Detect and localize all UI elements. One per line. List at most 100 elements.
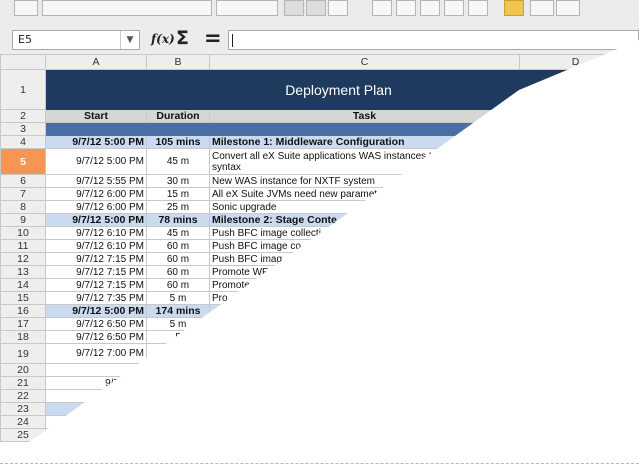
start-cell[interactable]: 9/7/12 5:55 PM bbox=[45, 174, 147, 188]
duration-cell[interactable] bbox=[146, 415, 210, 429]
cell[interactable] bbox=[519, 187, 632, 201]
select-all-corner[interactable] bbox=[0, 54, 46, 70]
task-cell[interactable]: Promote WF bbox=[209, 265, 520, 279]
header-start[interactable]: Start bbox=[45, 109, 147, 123]
cell[interactable] bbox=[519, 343, 632, 364]
duration-cell[interactable] bbox=[146, 389, 210, 403]
duration-cell[interactable]: 105 mins bbox=[146, 135, 210, 149]
cell[interactable] bbox=[519, 174, 632, 188]
task-cell[interactable] bbox=[209, 376, 520, 390]
cell[interactable] bbox=[519, 200, 632, 214]
align-left-button[interactable] bbox=[372, 0, 392, 16]
cell[interactable] bbox=[519, 252, 632, 266]
cell[interactable] bbox=[519, 317, 632, 331]
duration-cell[interactable]: 45 m bbox=[146, 148, 210, 175]
row-header[interactable]: 10 bbox=[0, 226, 46, 240]
task-cell[interactable]: Milestone 2: Stage Conte bbox=[209, 213, 520, 227]
start-cell[interactable]: 9/ bbox=[45, 402, 147, 416]
task-cell[interactable]: Push BFC imag bbox=[209, 252, 520, 266]
duration-cell[interactable]: 60 m bbox=[146, 252, 210, 266]
row-header[interactable]: 23 bbox=[0, 402, 46, 416]
cell[interactable] bbox=[519, 304, 632, 318]
task-cell[interactable]: New WAS instance for NXTF system bbox=[209, 174, 520, 188]
start-cell[interactable]: 9/7/12 6:10 PM bbox=[45, 239, 147, 253]
task-cell[interactable] bbox=[209, 317, 520, 331]
row-header[interactable]: 17 bbox=[0, 317, 46, 331]
row-header[interactable]: 20 bbox=[0, 363, 46, 377]
currency-icon[interactable] bbox=[504, 0, 524, 16]
duration-cell[interactable]: 15 m bbox=[146, 187, 210, 201]
start-cell[interactable]: 9/7/12 6:50 PM bbox=[45, 330, 147, 344]
start-cell[interactable]: 9/7/12 6:00 PM bbox=[45, 200, 147, 214]
duration-cell[interactable]: 30 m bbox=[146, 174, 210, 188]
duration-cell[interactable] bbox=[146, 402, 210, 416]
task-cell[interactable]: Convert all eX Suite applications WAS in… bbox=[209, 148, 520, 175]
toolbar-button[interactable] bbox=[284, 0, 304, 16]
duration-cell[interactable]: 45 m bbox=[146, 226, 210, 240]
cell[interactable] bbox=[519, 402, 632, 416]
start-cell[interactable]: 9/7/12 6:10 PM bbox=[45, 226, 147, 240]
duration-cell[interactable]: 60 m bbox=[146, 239, 210, 253]
duration-cell[interactable]: 5 bbox=[146, 330, 210, 344]
start-cell[interactable]: 9/7/12 5:00 PM bbox=[45, 304, 147, 318]
row-header[interactable]: 18 bbox=[0, 330, 46, 344]
duration-cell[interactable]: 78 mins bbox=[146, 213, 210, 227]
header-task[interactable]: Task bbox=[209, 109, 520, 123]
formula-input[interactable] bbox=[228, 30, 639, 50]
cell[interactable] bbox=[519, 109, 632, 123]
row-header[interactable]: 22 bbox=[0, 389, 46, 403]
task-cell[interactable] bbox=[209, 363, 520, 377]
start-cell[interactable]: 9/7/12 6:00 PM bbox=[45, 187, 147, 201]
row-header[interactable]: 16 bbox=[0, 304, 46, 318]
formula-icon[interactable]: = bbox=[204, 26, 222, 50]
start-cell[interactable]: 9/7/12 7: bbox=[45, 376, 147, 390]
cell[interactable] bbox=[519, 278, 632, 292]
start-cell[interactable] bbox=[45, 428, 147, 442]
font-size-select[interactable] bbox=[216, 0, 278, 16]
task-cell[interactable] bbox=[209, 428, 520, 442]
cell[interactable] bbox=[519, 265, 632, 279]
task-cell[interactable] bbox=[209, 330, 520, 344]
task-cell[interactable]: Push BFC image co bbox=[209, 239, 520, 253]
align-right-button[interactable] bbox=[420, 0, 440, 16]
cell[interactable] bbox=[519, 122, 632, 136]
start-cell[interactable]: 9/7/12 5:00 PM bbox=[45, 135, 147, 149]
cell[interactable] bbox=[519, 415, 632, 429]
row-header[interactable]: 25 bbox=[0, 428, 46, 442]
start-cell[interactable] bbox=[45, 415, 147, 429]
task-cell[interactable]: Promote bbox=[209, 278, 520, 292]
column-header-d[interactable]: D bbox=[519, 54, 632, 70]
task-cell[interactable] bbox=[209, 304, 520, 318]
row-header[interactable]: 12 bbox=[0, 252, 46, 266]
row-header[interactable]: 2 bbox=[0, 109, 46, 123]
start-cell[interactable]: 9/7/12 7:00 PM bbox=[45, 343, 147, 364]
cell[interactable] bbox=[519, 291, 632, 305]
row-header[interactable]: 14 bbox=[0, 278, 46, 292]
row-header[interactable]: 19 bbox=[0, 343, 46, 364]
duration-cell[interactable]: 25 m bbox=[146, 200, 210, 214]
row-header[interactable]: 8 bbox=[0, 200, 46, 214]
row-header[interactable]: 21 bbox=[0, 376, 46, 390]
row-header[interactable]: 24 bbox=[0, 415, 46, 429]
cell[interactable] bbox=[519, 376, 632, 390]
toolbar-button[interactable] bbox=[556, 0, 580, 16]
chevron-down-icon[interactable]: ▼ bbox=[120, 31, 139, 49]
task-cell[interactable]: Pro bbox=[209, 291, 520, 305]
task-cell[interactable]: Push BFC image collecti bbox=[209, 226, 520, 240]
start-cell[interactable]: 9/7/12 5:00 PM bbox=[45, 213, 147, 227]
row-header[interactable]: 6 bbox=[0, 174, 46, 188]
row-header[interactable]: 4 bbox=[0, 135, 46, 149]
column-header-e[interactable] bbox=[631, 54, 637, 70]
task-cell[interactable]: Milestone 1: Middleware Configuration bbox=[209, 135, 520, 149]
row-header[interactable]: 3 bbox=[0, 122, 46, 136]
function-wizard-icon[interactable]: f(x) bbox=[151, 32, 175, 46]
row-header[interactable]: 5 bbox=[0, 148, 46, 175]
row-header[interactable]: 7 bbox=[0, 187, 46, 201]
cell[interactable] bbox=[519, 226, 632, 240]
start-cell[interactable]: 9/7/12 7:35 PM bbox=[45, 291, 147, 305]
toolbar-button[interactable] bbox=[306, 0, 326, 16]
row-header[interactable]: 11 bbox=[0, 239, 46, 253]
task-cell[interactable]: Sonic upgrade bbox=[209, 200, 520, 214]
toolbar-button[interactable] bbox=[14, 0, 38, 16]
duration-cell[interactable] bbox=[146, 428, 210, 442]
